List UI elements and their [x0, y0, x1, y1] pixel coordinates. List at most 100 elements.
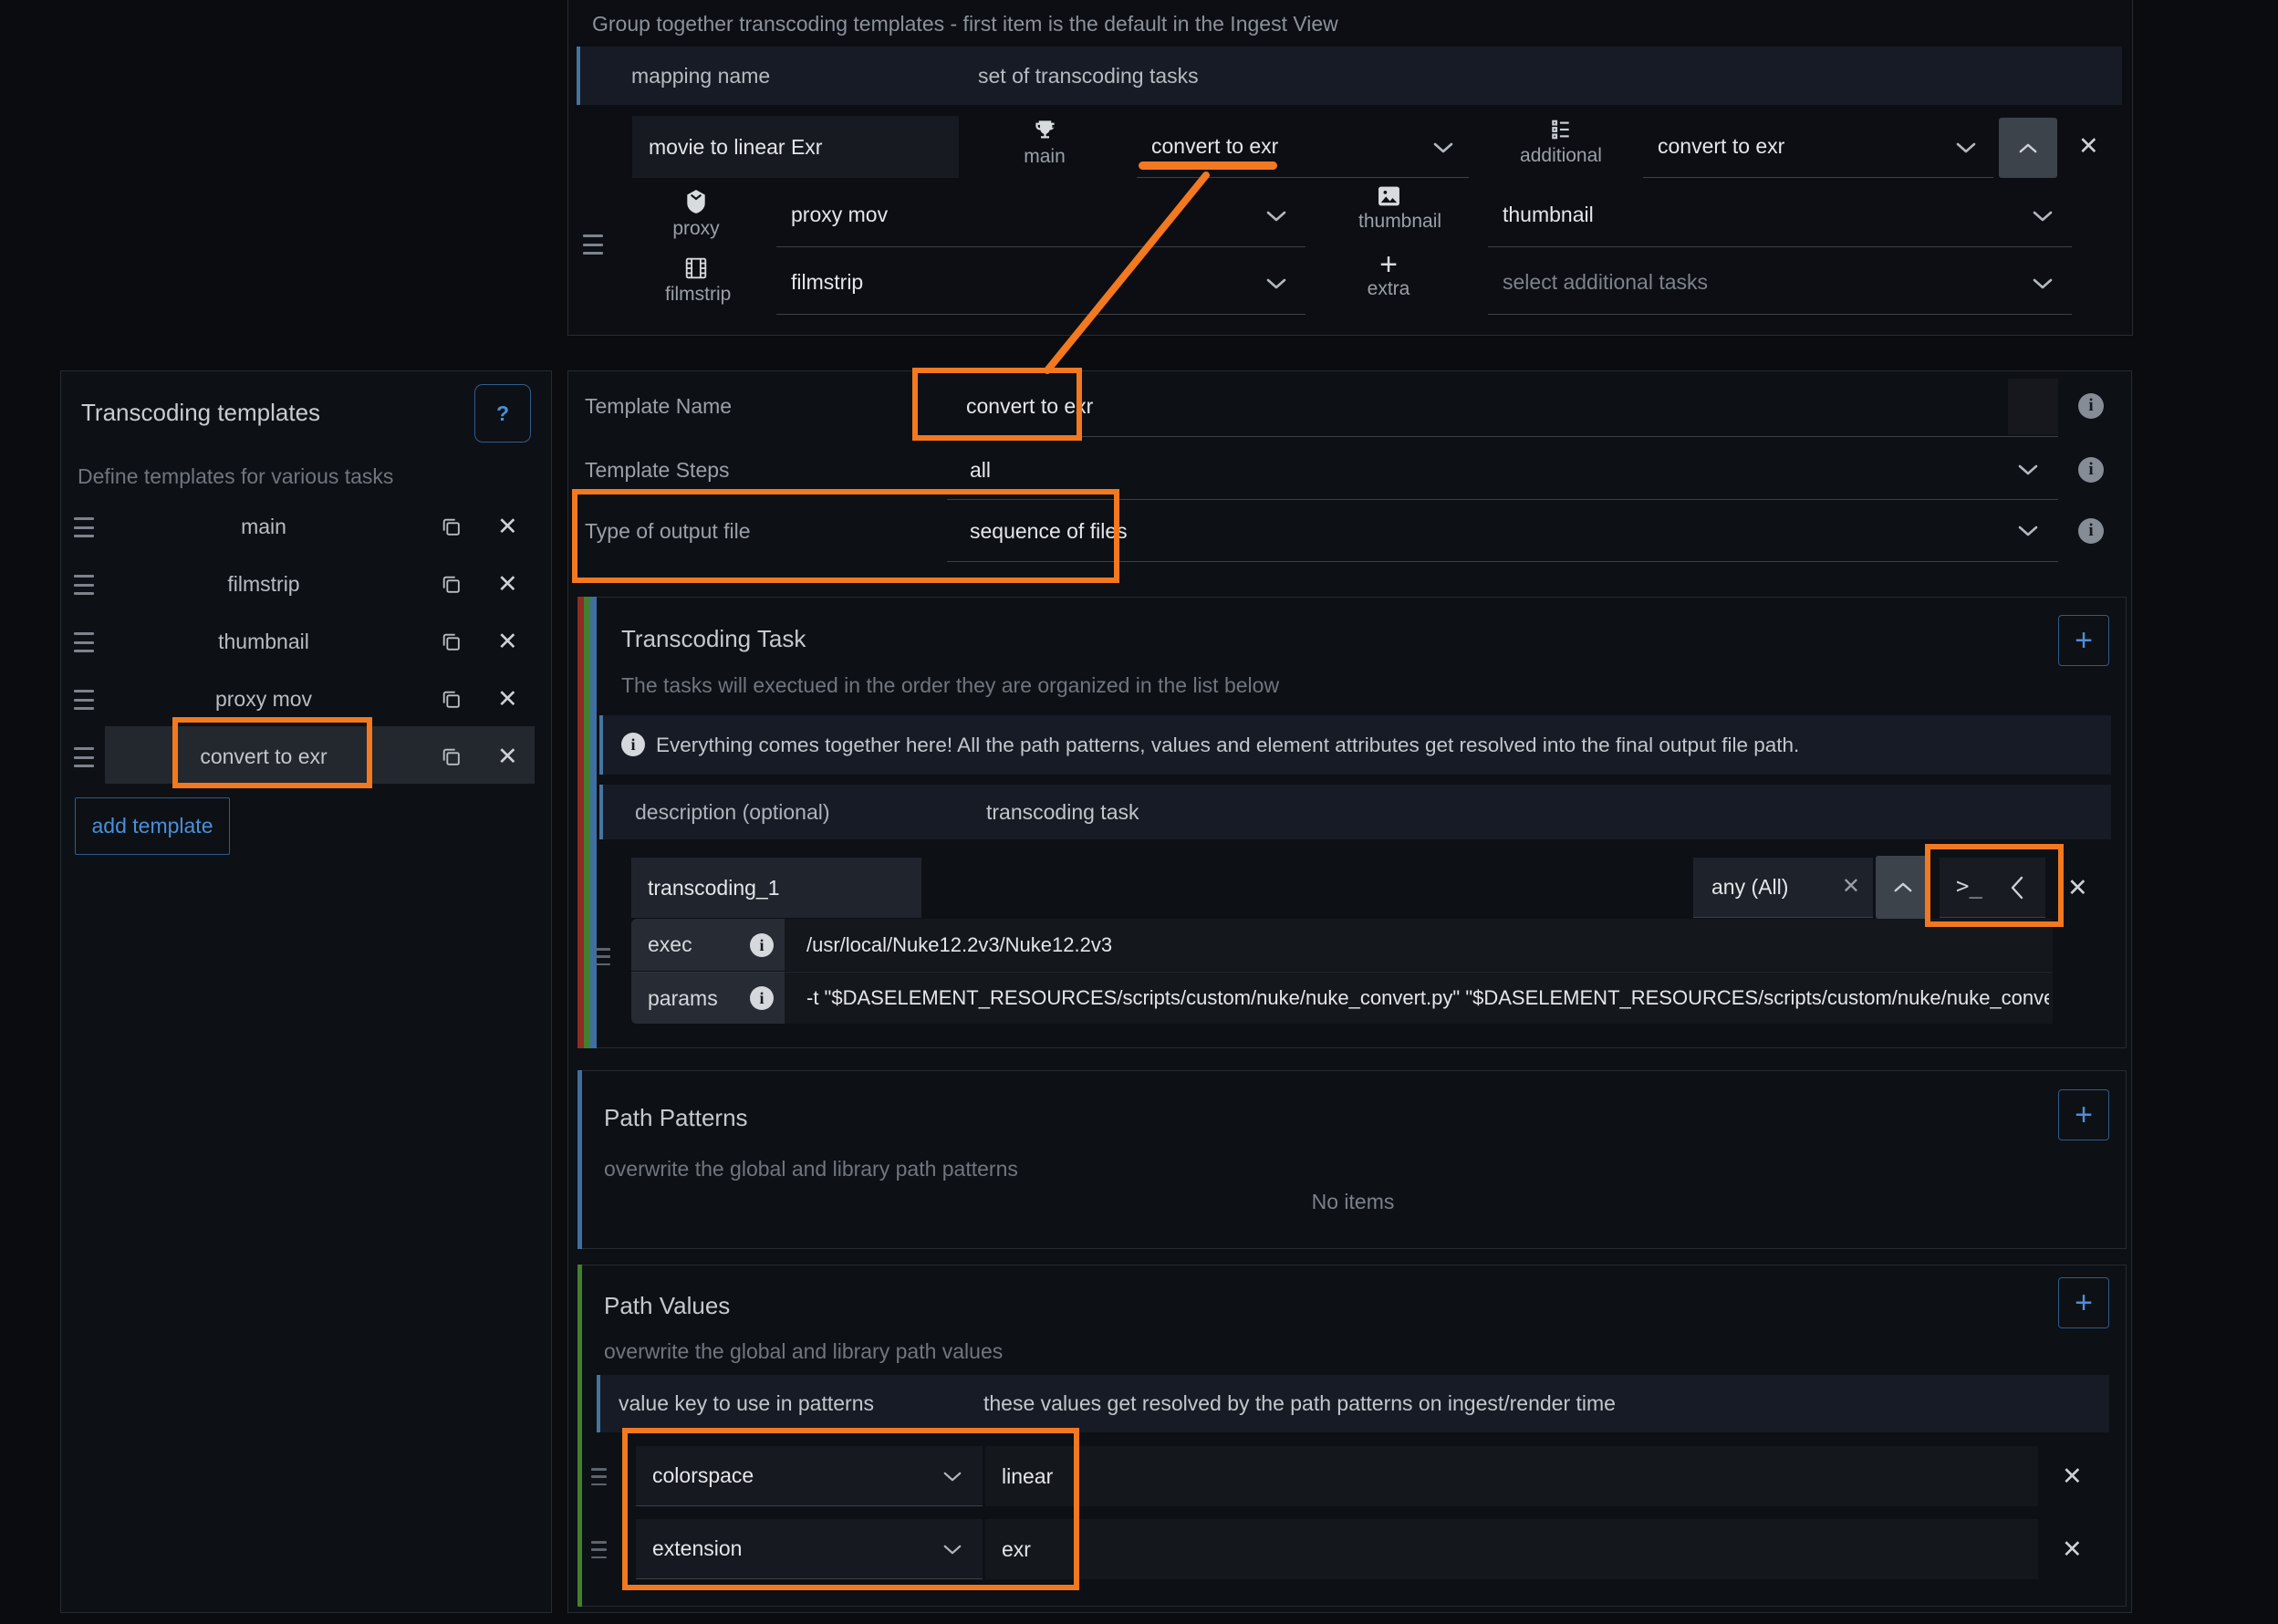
- mapping-header-row: mapping name set of transcoding tasks: [577, 47, 2122, 105]
- task-name-input[interactable]: transcoding_1: [631, 858, 921, 918]
- app-root: Group together transcoding templates - f…: [0, 0, 2278, 1624]
- add-task-button[interactable]: +: [2058, 615, 2109, 666]
- proxy-task-label-block: proxy: [665, 189, 727, 240]
- description-value[interactable]: transcoding task: [986, 785, 1139, 839]
- info-icon[interactable]: i: [750, 986, 774, 1010]
- template-row-thumbnail[interactable]: thumbnail ✕: [61, 613, 553, 671]
- chevron-down-icon: [1266, 211, 1286, 222]
- template-row-proxy-mov[interactable]: proxy mov ✕: [61, 671, 553, 728]
- info-icon[interactable]: i: [750, 933, 774, 957]
- path-patterns-section: Path Patterns + overwrite the global and…: [577, 1070, 2127, 1249]
- plus-icon: +: [2075, 1285, 2093, 1320]
- path-value-key: extension: [652, 1536, 743, 1560]
- chevron-down-icon: [1266, 278, 1286, 289]
- path-value-drag-handle[interactable]: [591, 1468, 607, 1485]
- section-subtitle: overwrite the global and library path pa…: [604, 1157, 1018, 1181]
- copy-icon[interactable]: [440, 688, 463, 711]
- clear-filter-icon[interactable]: ✕: [1842, 874, 1860, 899]
- template-row-label[interactable]: convert to exr: [61, 728, 466, 786]
- task-filter-select[interactable]: any (All) ✕: [1693, 858, 1873, 918]
- chevron-left-icon[interactable]: [2011, 876, 2023, 900]
- path-value-drag-handle[interactable]: [591, 1541, 607, 1558]
- filmstrip-task-label: filmstrip: [665, 284, 732, 305]
- additional-task-select[interactable]: convert to exr: [1643, 116, 1993, 178]
- template-name-underline: [947, 436, 2058, 437]
- template-row-label[interactable]: thumbnail: [61, 613, 466, 671]
- collapse-task-button[interactable]: [1876, 856, 1930, 919]
- remove-path-value-button[interactable]: ✕: [2062, 1537, 2083, 1562]
- image-icon: [1378, 186, 1399, 206]
- remove-path-value-button[interactable]: ✕: [2062, 1464, 2083, 1489]
- thumbnail-task-select[interactable]: thumbnail: [1488, 183, 2072, 247]
- copy-icon[interactable]: [440, 573, 463, 596]
- delete-template-icon[interactable]: ✕: [497, 515, 518, 539]
- params-value-field[interactable]: -t "$DASELEMENT_RESOURCES/scripts/custom…: [785, 972, 2053, 1024]
- section-title: Path Values: [604, 1292, 731, 1319]
- path-value-input[interactable]: exr: [985, 1519, 2038, 1579]
- thumbnail-task-value: thumbnail: [1503, 203, 1594, 226]
- tasks-column-header: set of transcoding tasks: [978, 64, 1199, 88]
- main-task-label: main: [1024, 146, 1066, 167]
- help-button[interactable]: ?: [474, 384, 531, 442]
- template-name-value[interactable]: convert to exr: [966, 394, 1093, 419]
- mapping-row-drag-handle[interactable]: [583, 234, 603, 255]
- delete-template-icon[interactable]: ✕: [497, 744, 518, 769]
- value-desc-column-header: these values get resolved by the path pa…: [983, 1391, 1616, 1415]
- remove-mapping-button[interactable]: ✕: [2078, 134, 2099, 159]
- filmstrip-icon: [685, 257, 707, 279]
- filmstrip-task-select[interactable]: filmstrip: [776, 251, 1305, 315]
- template-row-label[interactable]: main: [61, 498, 466, 556]
- copy-icon[interactable]: [440, 745, 463, 768]
- template-row-label[interactable]: filmstrip: [61, 556, 466, 613]
- mapping-name-input[interactable]: movie to linear Exr: [632, 116, 959, 178]
- remove-task-button[interactable]: ✕: [2067, 876, 2088, 900]
- template-row-filmstrip[interactable]: filmstrip ✕: [61, 556, 553, 613]
- template-row-convert-to-exr[interactable]: convert to exr ✕: [61, 728, 553, 786]
- exec-label: exec: [648, 932, 692, 956]
- info-icon[interactable]: i: [2078, 457, 2104, 483]
- delete-template-icon[interactable]: ✕: [497, 687, 518, 712]
- plus-icon: +: [1379, 247, 1398, 282]
- plus-icon: +: [2075, 1097, 2093, 1132]
- main-task-select[interactable]: convert to exr: [1137, 116, 1469, 178]
- task-drag-handle[interactable]: [595, 948, 610, 965]
- template-row-label[interactable]: proxy mov: [61, 671, 466, 728]
- empty-list-message: No items: [1311, 1190, 1395, 1213]
- section-subtitle: overwrite the global and library path va…: [604, 1339, 1004, 1363]
- transcoding-task-section: Transcoding Task + The tasks will exectu…: [577, 597, 2127, 1048]
- template-steps-value[interactable]: all: [970, 458, 991, 483]
- delete-template-icon[interactable]: ✕: [497, 572, 518, 597]
- task-tools-box: >_: [1940, 858, 2045, 918]
- exec-value-field[interactable]: /usr/local/Nuke12.2v3/Nuke12.2v3: [785, 919, 2053, 971]
- exec-label-cell: exec i: [631, 919, 785, 971]
- checklist-icon: [1552, 120, 1569, 140]
- copy-icon[interactable]: [440, 515, 463, 538]
- info-icon[interactable]: i: [2078, 518, 2104, 544]
- delete-template-icon[interactable]: ✕: [497, 630, 518, 654]
- chevron-down-icon[interactable]: [2017, 463, 2039, 476]
- add-template-button[interactable]: add template: [75, 797, 230, 855]
- params-label: params: [648, 986, 718, 1010]
- path-value-key-select[interactable]: extension: [636, 1519, 983, 1579]
- template-steps-label: Template Steps: [585, 458, 730, 482]
- description-label: description (optional): [635, 800, 830, 824]
- proxy-task-select[interactable]: proxy mov: [776, 183, 1305, 247]
- info-icon: i: [621, 733, 645, 756]
- add-path-value-button[interactable]: +: [2058, 1277, 2109, 1328]
- copy-icon[interactable]: [440, 630, 463, 653]
- info-banner: i Everything comes together here! All th…: [599, 715, 2111, 775]
- collapse-mapping-button[interactable]: [1999, 118, 2057, 178]
- mapping-hint: Group together transcoding templates - f…: [592, 12, 1338, 36]
- terminal-icon[interactable]: >_: [1956, 858, 1982, 914]
- template-name-label: Template Name: [585, 394, 733, 418]
- info-banner-text: Everything comes together here! All the …: [656, 734, 1800, 756]
- task-filter-value: any (All): [1711, 875, 1789, 899]
- extra-task-select[interactable]: select additional tasks: [1488, 251, 2072, 315]
- add-path-pattern-button[interactable]: +: [2058, 1089, 2109, 1140]
- template-row-main[interactable]: main ✕: [61, 498, 553, 556]
- chevron-down-icon[interactable]: [2017, 525, 2039, 537]
- info-icon[interactable]: i: [2078, 393, 2104, 419]
- output-type-value[interactable]: sequence of files: [970, 519, 1128, 544]
- path-value-input[interactable]: linear: [985, 1446, 2038, 1506]
- path-value-key-select[interactable]: colorspace: [636, 1446, 983, 1506]
